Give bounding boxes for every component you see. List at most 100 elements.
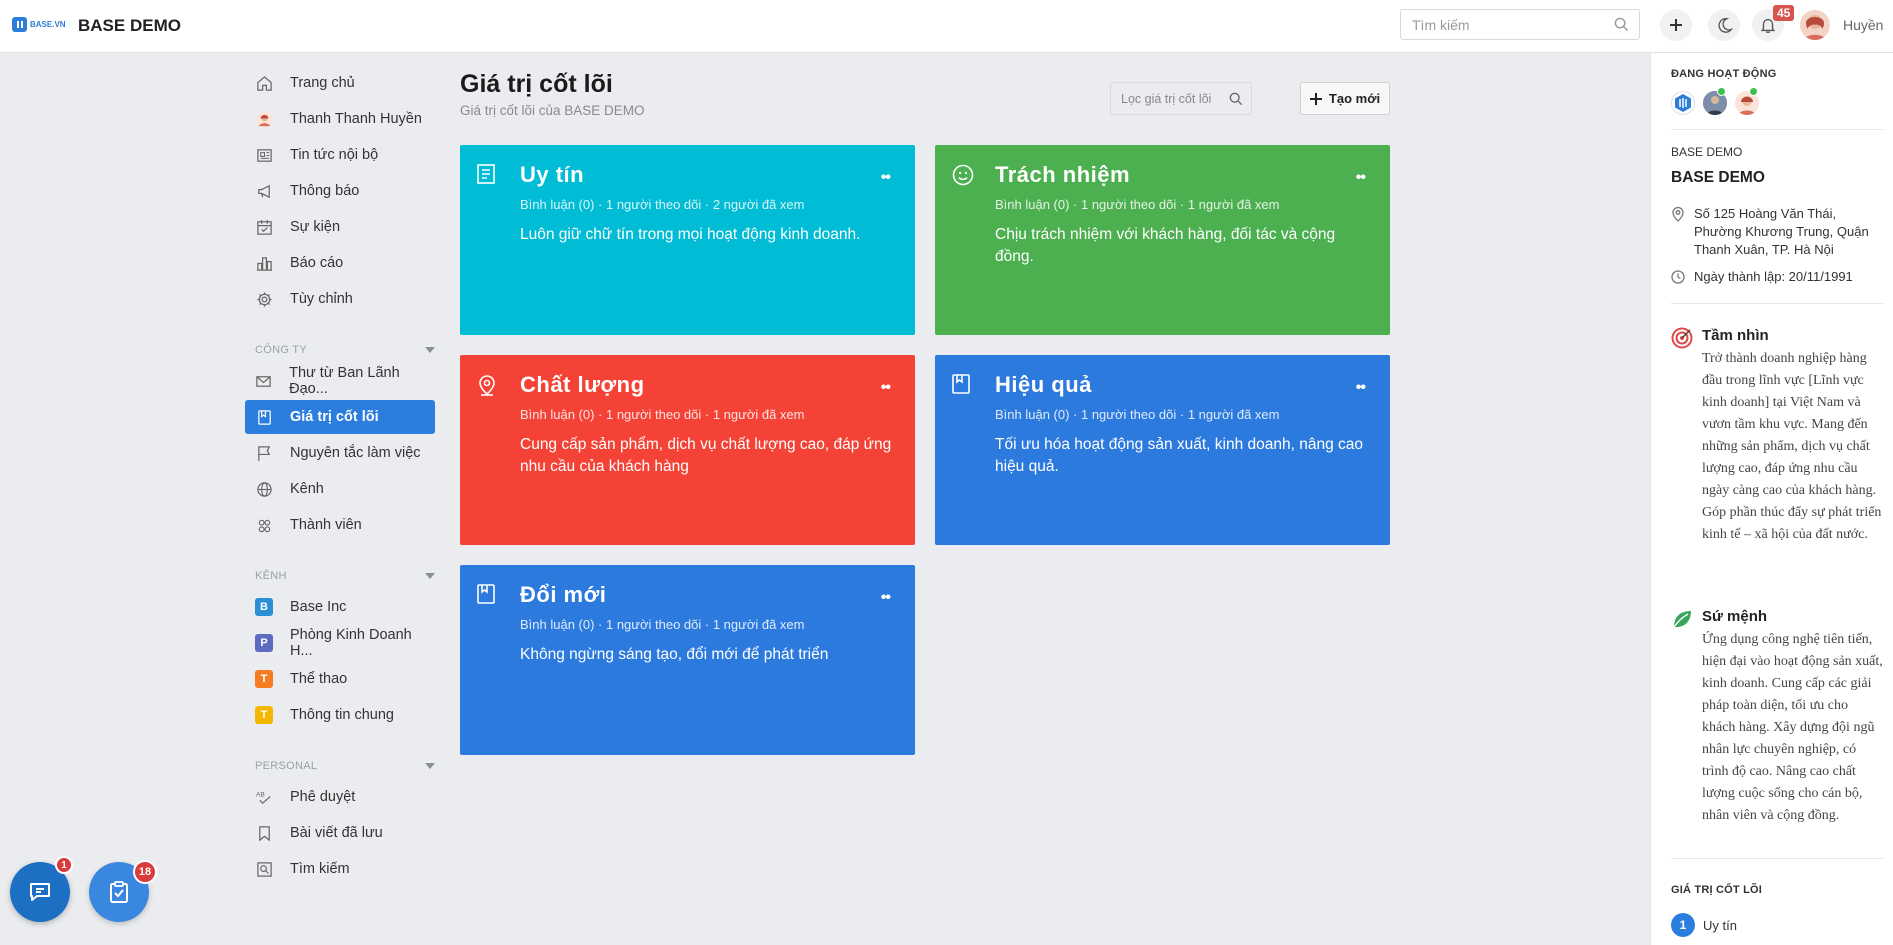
location-pin-icon — [1672, 206, 1684, 222]
sidebar-item-channel-sales[interactable]: P Phòng Kinh Doanh H... — [245, 626, 435, 660]
search-icon[interactable] — [1614, 17, 1629, 35]
create-new-label: Tạo mới — [1328, 91, 1381, 106]
card-title[interactable]: Chất lượng — [520, 372, 645, 398]
sidebar-item-approvals[interactable]: AB Phê duyệt — [245, 780, 435, 814]
sidebar-item-channel-general[interactable]: T Thông tin chung — [245, 698, 435, 732]
globe-icon — [255, 480, 273, 498]
sidebar-item-members[interactable]: Thành viên — [245, 508, 435, 542]
sidebar-item-saved-posts[interactable]: Bài viết đã lưu — [245, 816, 435, 850]
core-value-card[interactable]: Uy tín •• Bình luận (0) · 1 người theo d… — [460, 145, 915, 335]
sidebar-item-news[interactable]: Tin tức nội bộ — [245, 138, 435, 172]
more-options-icon[interactable]: •• — [1356, 169, 1366, 187]
clock-icon — [1671, 270, 1685, 284]
more-options-icon[interactable]: •• — [881, 169, 891, 187]
chevron-down-icon[interactable] — [425, 763, 435, 769]
online-status-dot — [1717, 87, 1726, 96]
sidebar-item-label: Thông tin chung — [290, 707, 394, 723]
location-icon — [477, 374, 497, 399]
online-user-avatar[interactable] — [1671, 91, 1695, 115]
section-header-company[interactable]: CÔNG TY — [245, 336, 435, 364]
sidebar-item-channels[interactable]: Kênh — [245, 472, 435, 506]
dark-mode-toggle[interactable] — [1708, 9, 1740, 41]
add-button[interactable] — [1660, 9, 1692, 41]
card-meta: Bình luận (0) · 1 người theo dõi · 2 ngư… — [520, 197, 805, 212]
core-value-name: Uy tín — [1703, 917, 1737, 933]
card-title[interactable]: Uy tín — [520, 162, 584, 188]
card-title[interactable]: Hiệu quả — [995, 372, 1092, 398]
vision-text: Trở thành doanh nghiệp hàng đầu trong lĩ… — [1702, 351, 1882, 542]
username[interactable]: Huyền — [1843, 17, 1883, 33]
section-header-personal[interactable]: PERSONAL — [245, 752, 435, 780]
global-search-input[interactable] — [1401, 10, 1601, 39]
mail-icon — [255, 372, 272, 390]
sidebar-item-label: Phòng Kinh Doanh H... — [290, 627, 412, 659]
sidebar-item-search[interactable]: Tìm kiếm — [245, 852, 435, 886]
active-users-header: ĐANG HOẠT ĐỘNG — [1671, 68, 1777, 80]
sidebar-item-settings[interactable]: Tùy chỉnh — [245, 282, 435, 316]
vision-title: Tầm nhìn — [1702, 327, 1769, 344]
card-meta: Bình luận (0) · 1 người theo dõi · 1 ngư… — [995, 197, 1280, 212]
sidebar-item-leadership-letters[interactable]: Thư từ Ban Lãnh Đạo... — [245, 364, 435, 398]
news-icon — [255, 146, 273, 164]
gear-icon — [255, 290, 273, 308]
sidebar-item-channel-base-inc[interactable]: B Base Inc — [245, 590, 435, 624]
card-title[interactable]: Đổi mới — [520, 582, 606, 608]
more-options-icon[interactable]: •• — [881, 379, 891, 397]
chevron-down-icon[interactable] — [425, 347, 435, 353]
workspace-name[interactable]: BASE DEMO — [78, 16, 181, 36]
card-description: Chịu trách nhiệm với khách hàng, đối tác… — [995, 226, 1336, 265]
company-label: BASE DEMO — [1671, 145, 1743, 159]
logo-text: BASE.VN — [30, 20, 66, 29]
card-title[interactable]: Trách nhiệm — [995, 162, 1130, 188]
sidebar-item-home[interactable]: Trang chủ — [245, 66, 435, 100]
chart-icon — [255, 254, 273, 272]
sidebar-item-label: Kênh — [290, 481, 324, 497]
online-status-dot — [1749, 87, 1758, 96]
channel-badge: T — [255, 670, 273, 688]
book-icon — [255, 408, 273, 426]
chevron-down-icon[interactable] — [425, 573, 435, 579]
smile-icon — [952, 164, 974, 189]
target-icon — [1671, 327, 1693, 349]
channel-badge: B — [255, 598, 273, 616]
core-value-card[interactable]: Hiệu quả •• Bình luận (0) · 1 người theo… — [935, 355, 1390, 545]
address-text: Số 125 Hoàng Văn Thái, Phường Khương Tru… — [1694, 206, 1869, 257]
mission-title: Sứ mệnh — [1702, 608, 1768, 625]
more-options-icon[interactable]: •• — [1356, 379, 1366, 397]
card-description: Tối ưu hóa hoạt động sản xuất, kinh doan… — [995, 436, 1364, 475]
sidebar-item-events[interactable]: Sự kiện — [245, 210, 435, 244]
global-search[interactable] — [1400, 9, 1640, 40]
plus-icon — [1670, 19, 1682, 31]
search-icon[interactable] — [1229, 92, 1243, 109]
core-value-card[interactable]: Trách nhiệm •• Bình luận (0) · 1 người t… — [935, 145, 1390, 335]
core-value-list-item[interactable]: 1 Uy tín — [1671, 913, 1737, 937]
members-icon — [255, 516, 273, 534]
sidebar-item-label: Nguyên tắc làm việc — [290, 445, 421, 461]
sidebar-item-work-principles[interactable]: Nguyên tắc làm việc — [245, 436, 435, 470]
core-value-number: 1 — [1671, 913, 1695, 937]
sidebar-item-label: Sự kiện — [290, 219, 341, 235]
sidebar-item-label: Tin tức nội bộ — [290, 147, 379, 163]
clipboard-check-icon — [110, 881, 128, 903]
base-logo[interactable]: BASE.VN — [12, 17, 66, 32]
more-options-icon[interactable]: •• — [881, 589, 891, 607]
divider — [1671, 129, 1883, 130]
sidebar-item-channel-sports[interactable]: T Thể thao — [245, 662, 435, 696]
sidebar-item-label: Base Inc — [290, 599, 347, 615]
core-value-card[interactable]: Đổi mới •• Bình luận (0) · 1 người theo … — [460, 565, 915, 755]
core-values-filter[interactable] — [1110, 82, 1252, 115]
calendar-icon — [255, 218, 273, 236]
section-header-channels[interactable]: KÊNH — [245, 562, 435, 590]
sidebar-item-profile[interactable]: Thanh Thanh Huyền — [245, 102, 435, 136]
user-avatar[interactable] — [1800, 10, 1830, 40]
channel-badge: P — [255, 634, 273, 652]
core-value-card[interactable]: Chất lượng •• Bình luận (0) · 1 người th… — [460, 355, 915, 545]
megaphone-icon — [255, 182, 273, 200]
sidebar-item-core-values[interactable]: Giá trị cốt lõi — [245, 400, 435, 434]
company-founded: Ngày thành lập: 20/11/1991 — [1671, 268, 1886, 286]
sidebar-item-reports[interactable]: Báo cáo — [245, 246, 435, 280]
card-meta: Bình luận (0) · 1 người theo dõi · 1 ngư… — [520, 617, 805, 632]
sidebar-item-announcements[interactable]: Thông báo — [245, 174, 435, 208]
create-new-button[interactable]: Tạo mới — [1300, 82, 1390, 115]
filter-input[interactable] — [1111, 83, 1226, 114]
